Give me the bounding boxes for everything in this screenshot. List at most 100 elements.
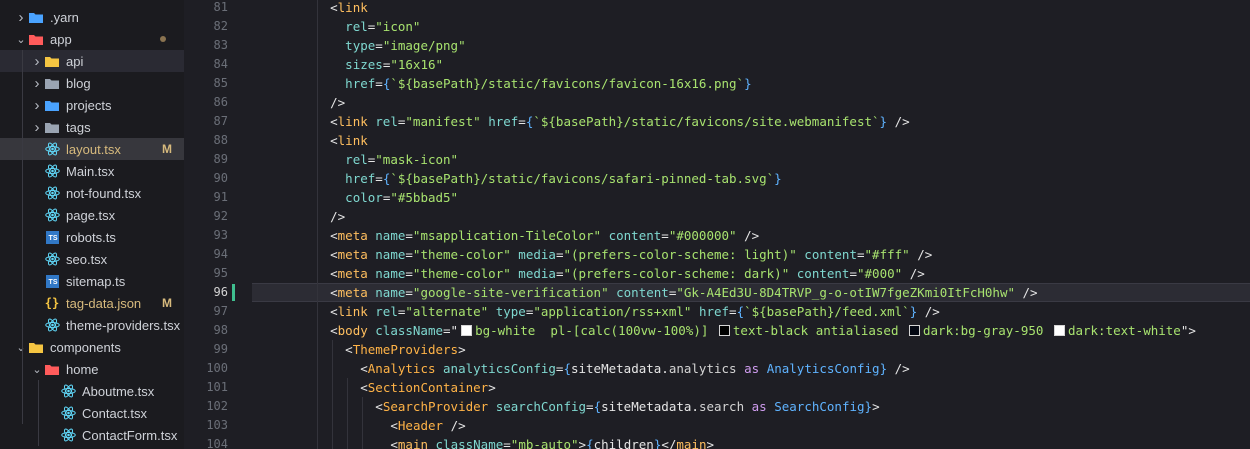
code-token: name bbox=[375, 285, 406, 300]
code-token: < bbox=[330, 228, 338, 243]
chevron-down-icon[interactable]: ⌄ bbox=[14, 32, 28, 46]
explorer-item-layout-tsx[interactable]: layout.tsx M bbox=[0, 138, 184, 160]
line-number: 81 bbox=[213, 0, 228, 14]
code-token: /> bbox=[744, 228, 760, 243]
code-line[interactable]: rel="mask-icon" bbox=[252, 150, 1250, 169]
code-token: meta bbox=[337, 285, 368, 300]
code-line[interactable]: href={`${basePath}/static/favicons/safar… bbox=[252, 169, 1250, 188]
chevron-right-icon[interactable]: › bbox=[30, 75, 44, 92]
chevron-right-icon[interactable]: › bbox=[30, 53, 44, 70]
code-line[interactable]: /> bbox=[252, 93, 1250, 112]
explorer-item-label: projects bbox=[66, 97, 112, 113]
explorer-item-not-found-tsx[interactable]: not-found.tsx bbox=[0, 182, 184, 204]
explorer-item-blog[interactable]: › blog bbox=[0, 72, 184, 94]
code-editor[interactable]: 81 82 83 84 85 86 87 88 89 90 91 92 93 94 95 96 97 98 99 10… bbox=[184, 0, 1250, 449]
explorer-item-sitemap-ts[interactable]: TS sitemap.ts bbox=[0, 270, 184, 292]
explorer-item-aboutme-tsx[interactable]: Aboutme.tsx bbox=[0, 380, 184, 402]
chevron-down-icon[interactable]: ⌄ bbox=[30, 362, 44, 376]
explorer-item-robots-ts[interactable]: TS robots.ts bbox=[0, 226, 184, 248]
explorer-item-app[interactable]: ⌄ app bbox=[0, 28, 184, 50]
explorer-item-label: tag-data.json bbox=[66, 295, 142, 311]
explorer-item-contact-tsx[interactable]: Contact.tsx bbox=[0, 402, 184, 424]
code-token: = bbox=[586, 399, 594, 414]
explorer-item-seo-tsx[interactable]: seo.tsx bbox=[0, 248, 184, 270]
folder-api-icon bbox=[44, 54, 60, 68]
explorer-item-home[interactable]: ⌄ home bbox=[0, 358, 184, 380]
chevron-right-icon[interactable]: › bbox=[14, 9, 28, 26]
code-line[interactable]: rel="icon" bbox=[252, 17, 1250, 36]
folder-components-icon bbox=[28, 340, 44, 354]
color-swatch-icon[interactable] bbox=[909, 325, 920, 336]
code-line[interactable]: <Analytics analyticsConfig={siteMetadata… bbox=[252, 359, 1250, 378]
explorer-item-tags[interactable]: › tags bbox=[0, 116, 184, 138]
code-token: href bbox=[345, 171, 376, 186]
code-line[interactable]: <link rel="manifest" href={`${basePath}/… bbox=[252, 112, 1250, 131]
vscode-window: › .yarn ⌄ app › api › blog › projects › tags layout.… bbox=[0, 0, 1250, 449]
react-icon bbox=[44, 164, 60, 178]
explorer-item-label: layout.tsx bbox=[66, 141, 121, 157]
chevron-right-icon[interactable]: › bbox=[30, 119, 44, 136]
code-line[interactable]: /> bbox=[252, 207, 1250, 226]
explorer-item-page-tsx[interactable]: page.tsx bbox=[0, 204, 184, 226]
explorer-item-main-tsx[interactable]: Main.tsx bbox=[0, 160, 184, 182]
explorer-item-theme-providers-tsx[interactable]: theme-providers.tsx bbox=[0, 314, 184, 336]
explorer-item-projects[interactable]: › projects bbox=[0, 94, 184, 116]
code-token: `${basePath}/static/favicons/site.webman… bbox=[533, 114, 880, 129]
code-line[interactable]: <body className=" bg-white pl-[calc(100vw… bbox=[252, 321, 1250, 340]
code-line[interactable]: <meta name="theme-color" media="(prefers… bbox=[252, 264, 1250, 283]
explorer-item-api[interactable]: › api bbox=[0, 50, 184, 72]
code-line[interactable]: href={`${basePath}/static/favicons/favic… bbox=[252, 74, 1250, 93]
code-token: `${basePath}/static/favicons/favicon-16x… bbox=[390, 76, 745, 91]
chevron-down-icon[interactable]: ⌄ bbox=[14, 340, 28, 354]
code-line[interactable]: sizes="16x16" bbox=[252, 55, 1250, 74]
code-token: href bbox=[698, 304, 730, 319]
code-line[interactable]: <meta name="theme-color" media="(prefers… bbox=[252, 245, 1250, 264]
code-line[interactable]: color="#5bbad5" bbox=[252, 188, 1250, 207]
code-line[interactable]: <link bbox=[252, 0, 1250, 17]
chevron-right-icon[interactable]: › bbox=[30, 97, 44, 114]
code-token: /> bbox=[894, 114, 910, 129]
explorer-item-label: seo.tsx bbox=[66, 251, 108, 267]
code-token: </ bbox=[661, 437, 677, 449]
current-code-line[interactable]: <meta name="google-site-verification" co… bbox=[252, 283, 1250, 302]
code-line[interactable]: <link bbox=[252, 131, 1250, 150]
code-text: <Header /> bbox=[390, 416, 465, 435]
code-token: `${basePath}/feed.xml` bbox=[744, 304, 910, 319]
explorer-item-yarn[interactable]: › .yarn bbox=[0, 6, 184, 28]
code-token: rel bbox=[345, 19, 368, 34]
color-swatch-icon[interactable] bbox=[718, 325, 730, 336]
code-token: type bbox=[345, 38, 376, 53]
code-token: = bbox=[856, 247, 865, 262]
code-line[interactable]: <ThemeProviders> bbox=[252, 340, 1250, 359]
code-text: type="image/png" bbox=[345, 36, 465, 55]
code-line[interactable]: <Header /> bbox=[252, 416, 1250, 435]
color-swatch-icon[interactable] bbox=[1053, 325, 1065, 336]
explorer-item-contactform-tsx[interactable]: ContactForm.tsx bbox=[0, 424, 184, 446]
explorer-item-components[interactable]: ⌄ components bbox=[0, 336, 184, 358]
color-swatch-icon[interactable] bbox=[461, 325, 473, 336]
code-token: /> bbox=[330, 209, 346, 224]
code-token: { bbox=[563, 361, 571, 376]
code-line[interactable]: <main className="mb-auto">{children}</ma… bbox=[252, 435, 1250, 449]
explorer-item-tag-data-json[interactable]: {} tag-data.json M bbox=[0, 292, 184, 314]
code-line[interactable]: <SearchProvider searchConfig={siteMetada… bbox=[252, 397, 1250, 416]
code-token: } bbox=[774, 171, 782, 186]
code-token: = bbox=[375, 76, 383, 91]
code-line[interactable]: type="image/png" bbox=[252, 36, 1250, 55]
explorer-item-label: tags bbox=[66, 119, 91, 135]
code-token: siteMetadata bbox=[570, 361, 662, 376]
code-line[interactable]: <meta name="msapplication-TileColor" con… bbox=[252, 226, 1250, 245]
code-token: < bbox=[330, 304, 338, 319]
git-modified-badge: M bbox=[162, 142, 172, 156]
tree-indent-guide bbox=[38, 380, 39, 446]
code-text: <ThemeProviders> bbox=[345, 340, 465, 359]
code-line[interactable]: <SectionContainer> bbox=[252, 378, 1250, 397]
code-token: SectionContainer bbox=[367, 380, 489, 395]
code-line[interactable]: <link rel="alternate" type="application/… bbox=[252, 302, 1250, 321]
